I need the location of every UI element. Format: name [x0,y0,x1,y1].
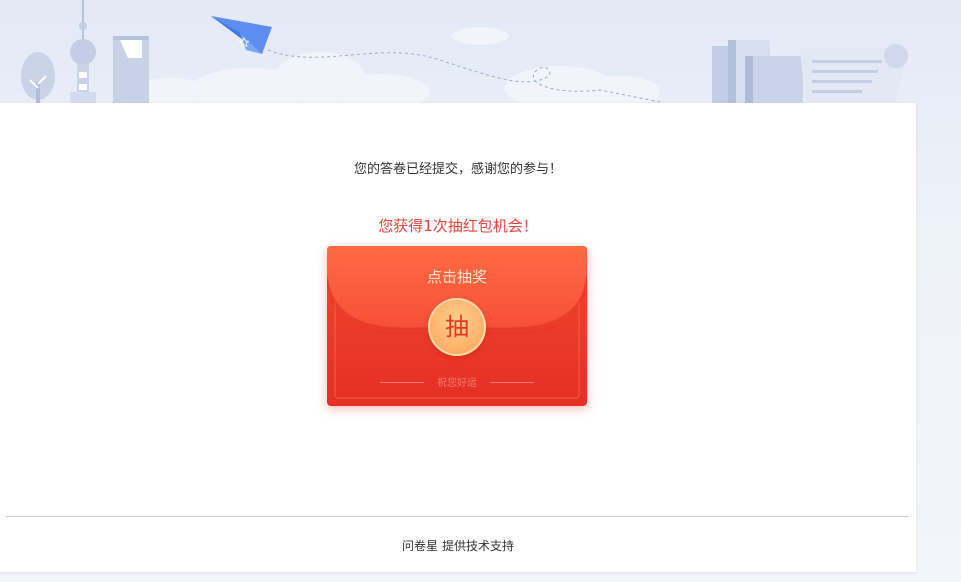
wish-divider-right [490,382,534,383]
header-illustration [0,0,961,104]
paper-plane-icon [211,16,272,54]
footer: 问卷星 提供技术支持 [0,537,916,554]
red-packet[interactable]: 点击抽奖 抽 祝您好运 [327,246,587,406]
books-icon [712,40,803,104]
tree-icon [21,52,55,104]
tv-tower-icon [70,0,96,104]
brand-link[interactable]: 问卷星 [402,539,438,553]
document-icon [800,44,908,104]
red-packet-title: 点击抽奖 [426,268,487,286]
tech-support-text: 提供技术支持 [442,539,515,553]
survey-complete-card: 您的答卷已经提交，感谢您的参与！ 您获得1次抽红包机会！ 点击抽奖 抽 祝您好运… [0,103,916,572]
footer-divider [6,516,908,517]
lottery-chance-text: 您获得1次抽红包机会！ [378,217,538,235]
building-icon [113,36,149,104]
good-luck-text: 祝您好运 [437,378,477,389]
draw-lottery-button[interactable]: 抽 [428,298,486,356]
submission-thanks-text: 您的答卷已经提交，感谢您的参与！ [353,162,562,177]
